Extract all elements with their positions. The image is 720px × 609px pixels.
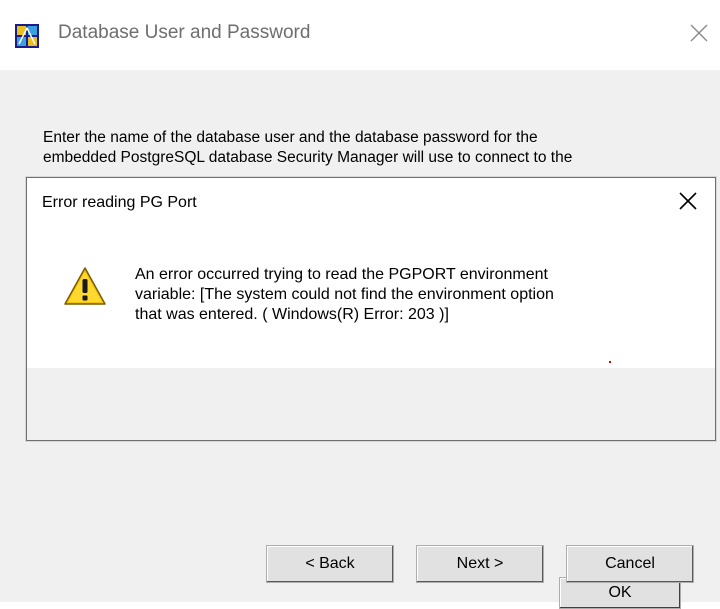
close-icon[interactable] (677, 190, 699, 212)
intro-text: Enter the name of the database user and … (43, 128, 683, 168)
window-title: Database User and Password (58, 22, 311, 43)
back-button[interactable]: < Back (266, 545, 394, 583)
message-line: An error occurred trying to read the PGP… (135, 266, 548, 283)
cancel-button[interactable]: Cancel (566, 545, 694, 583)
intro-line: embedded PostgreSQL database Security Ma… (43, 149, 573, 166)
wizard-window: Database User and Password Enter the nam… (0, 0, 720, 609)
intro-line: Enter the name of the database user and … (43, 129, 538, 146)
dialog-title: Error reading PG Port (42, 194, 197, 211)
error-message: An error occurred trying to read the PGP… (135, 265, 695, 325)
close-icon[interactable] (688, 22, 710, 44)
stray-pixel (609, 361, 611, 363)
app-icon (15, 24, 39, 48)
next-button[interactable]: Next > (416, 545, 544, 583)
message-line: variable: [The system could not find the… (135, 286, 554, 303)
dialog-button-area: OK (27, 368, 715, 609)
error-dialog: Error reading PG Port An error occurred … (26, 177, 716, 609)
title-bar: Database User and Password (0, 0, 720, 70)
message-line: that was entered. ( Windows(R) Error: 20… (135, 306, 449, 323)
warning-icon (64, 267, 106, 305)
